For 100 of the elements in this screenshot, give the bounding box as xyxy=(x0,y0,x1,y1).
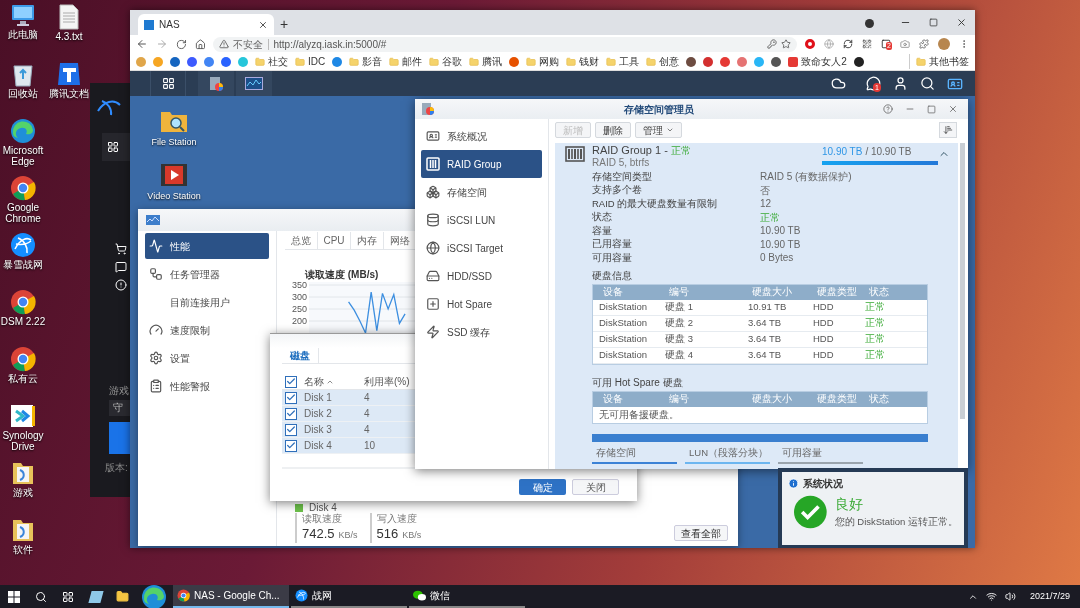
bookmark-folder[interactable]: 谷歌 xyxy=(429,54,463,69)
menu-button[interactable]: 管理 xyxy=(635,122,682,138)
cloud-icon[interactable] xyxy=(831,76,846,91)
film-icon[interactable] xyxy=(160,161,188,188)
search-icon[interactable] xyxy=(35,590,47,603)
back-icon[interactable] xyxy=(136,38,148,50)
notifications-icon[interactable] xyxy=(866,76,881,91)
sidebar-item[interactable]: 系统概况 xyxy=(421,122,542,150)
avatar[interactable] xyxy=(938,38,950,50)
bookmark-folder[interactable]: 邮件 xyxy=(389,54,423,69)
column-header[interactable]: 名称 xyxy=(300,374,362,389)
close-icon[interactable] xyxy=(956,17,967,28)
edge-icon[interactable] xyxy=(10,118,36,144)
main-menu-button[interactable] xyxy=(150,71,186,96)
search-icon[interactable] xyxy=(920,76,935,91)
sidebar-item[interactable]: 目前连接用户 xyxy=(145,289,269,315)
confirm-button[interactable]: 确定 xyxy=(519,479,566,495)
grid-button[interactable] xyxy=(102,133,130,161)
text-file-icon[interactable] xyxy=(59,4,79,30)
website-icon[interactable] xyxy=(853,56,864,67)
maximize-icon[interactable] xyxy=(929,18,938,27)
bookmark-folder[interactable]: 网购 xyxy=(526,54,560,69)
volume-icon[interactable] xyxy=(1004,591,1016,602)
bookmark-folder[interactable]: 工具 xyxy=(606,54,640,69)
battlenet-icon[interactable] xyxy=(10,232,36,258)
close-icon[interactable] xyxy=(948,104,958,114)
folder-icon[interactable] xyxy=(116,590,129,603)
close-button[interactable]: 关闭 xyxy=(572,479,619,495)
chat-icon[interactable] xyxy=(115,261,127,273)
sidebar-item[interactable]: 任务管理器 xyxy=(145,261,269,287)
checkbox[interactable] xyxy=(285,423,297,436)
bookmark-folder[interactable]: IDC xyxy=(295,54,326,69)
sidebar-item[interactable]: RAID Group xyxy=(421,150,542,178)
sidebar-item[interactable]: iSCSI LUN xyxy=(421,206,542,234)
battlenet-icon[interactable] xyxy=(295,589,308,602)
app-button[interactable] xyxy=(198,71,234,96)
task-view-icon[interactable] xyxy=(62,590,74,603)
toolbar-button[interactable]: 删除 xyxy=(595,122,631,138)
tab[interactable]: 总览 xyxy=(285,232,318,249)
sidebar-item[interactable]: 速度限制 xyxy=(145,317,269,343)
chrome-icon[interactable] xyxy=(10,346,36,372)
bookmark-folder[interactable]: 影音 xyxy=(349,54,383,69)
bookmark-folder[interactable]: 社交 xyxy=(255,54,288,69)
sidebar-item[interactable]: iSCSI Target xyxy=(421,234,542,262)
sort-button[interactable] xyxy=(939,122,957,138)
bookmark[interactable]: 致命女人2 xyxy=(788,54,847,69)
taskbar-app[interactable]: 微信 xyxy=(409,585,525,608)
sidebar-item[interactable]: HDD/SSD xyxy=(421,262,542,290)
user-icon[interactable] xyxy=(893,76,908,91)
computer-icon[interactable] xyxy=(10,4,36,28)
checkbox[interactable] xyxy=(285,439,297,452)
sidebar-item[interactable]: 性能 xyxy=(145,233,269,259)
sidebar-item[interactable]: Hot Spare xyxy=(421,290,542,318)
tab[interactable]: 内存 xyxy=(351,232,384,249)
scrollbar[interactable] xyxy=(960,143,965,419)
drive-app-icon[interactable] xyxy=(10,403,36,429)
sidebar-item[interactable]: 性能警报 xyxy=(145,373,269,399)
checkbox[interactable] xyxy=(285,375,297,388)
qr-code-icon[interactable] xyxy=(862,39,872,49)
extension-icon[interactable] xyxy=(805,39,815,49)
windows-start-icon[interactable] xyxy=(8,590,20,603)
taskbar-app[interactable]: 战网 xyxy=(291,585,407,608)
alert-icon[interactable] xyxy=(115,279,127,291)
wifi-icon[interactable] xyxy=(985,591,997,602)
bookmark-folder[interactable]: 钱财 xyxy=(566,54,600,69)
sync-icon[interactable] xyxy=(843,39,853,49)
website-icon[interactable] xyxy=(686,56,697,67)
address-bar[interactable]: 不安全 http://alyzq.iask.in:5000/# xyxy=(213,36,797,52)
column-header[interactable]: 利用率(%) xyxy=(362,374,410,389)
folder-icon[interactable] xyxy=(11,460,35,486)
browser-tab[interactable]: NAS xyxy=(138,14,274,35)
extensions-icon[interactable] xyxy=(919,39,929,49)
key-icon[interactable] xyxy=(767,39,777,49)
home-icon[interactable] xyxy=(194,38,206,50)
view-all-button[interactable]: 查看全部 xyxy=(674,525,728,541)
chrome-icon[interactable] xyxy=(10,175,36,201)
sidebar-item[interactable]: 设置 xyxy=(145,345,269,371)
bookmark-folder[interactable]: 创意 xyxy=(646,54,680,69)
tab[interactable]: 磁盘 xyxy=(282,348,319,363)
edge-icon[interactable] xyxy=(141,583,167,608)
checkbox[interactable] xyxy=(285,391,297,404)
new-tab-button[interactable]: + xyxy=(280,17,289,31)
cart-icon[interactable] xyxy=(115,243,127,255)
document-app-icon[interactable] xyxy=(56,61,82,87)
tab[interactable]: CPU xyxy=(318,232,351,249)
taskbar-app[interactable]: NAS - Google Ch... xyxy=(173,585,289,608)
bookmark-folder[interactable]: 腾讯 xyxy=(469,54,503,69)
close-icon[interactable] xyxy=(258,19,268,30)
folder-icon[interactable] xyxy=(11,517,35,543)
bookmark-folder[interactable]: 其他书签 xyxy=(909,54,969,69)
sidebar-item[interactable]: SSD 缓存 xyxy=(421,318,542,346)
chrome-icon[interactable] xyxy=(10,289,36,315)
star-icon[interactable] xyxy=(781,39,791,49)
app-button[interactable] xyxy=(236,71,272,96)
checkbox[interactable] xyxy=(285,407,297,420)
select-field[interactable]: 守 xyxy=(109,400,130,416)
reload-icon[interactable] xyxy=(175,38,187,50)
app-icon[interactable] xyxy=(88,590,104,603)
website-icon[interactable] xyxy=(771,56,782,67)
sidebar-item[interactable]: 存储空间 xyxy=(421,178,542,206)
